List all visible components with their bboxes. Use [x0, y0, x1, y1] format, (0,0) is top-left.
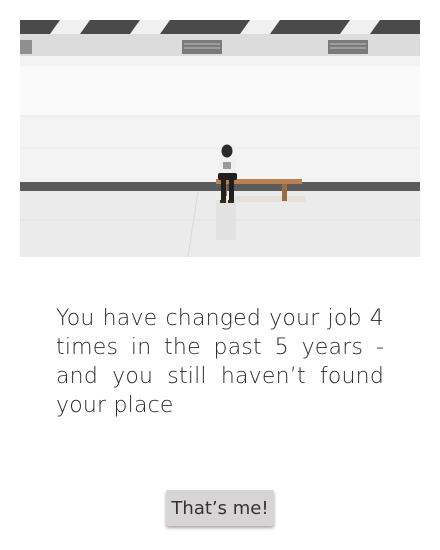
vent-center [182, 40, 222, 54]
thats-me-button[interactable]: That’s me! [166, 490, 274, 526]
hero-photo [20, 20, 420, 257]
vent-right [328, 40, 368, 54]
vent-left [20, 40, 32, 54]
hero-image [20, 20, 420, 257]
headline-message: You have changed your job 4 times in the… [56, 306, 384, 418]
